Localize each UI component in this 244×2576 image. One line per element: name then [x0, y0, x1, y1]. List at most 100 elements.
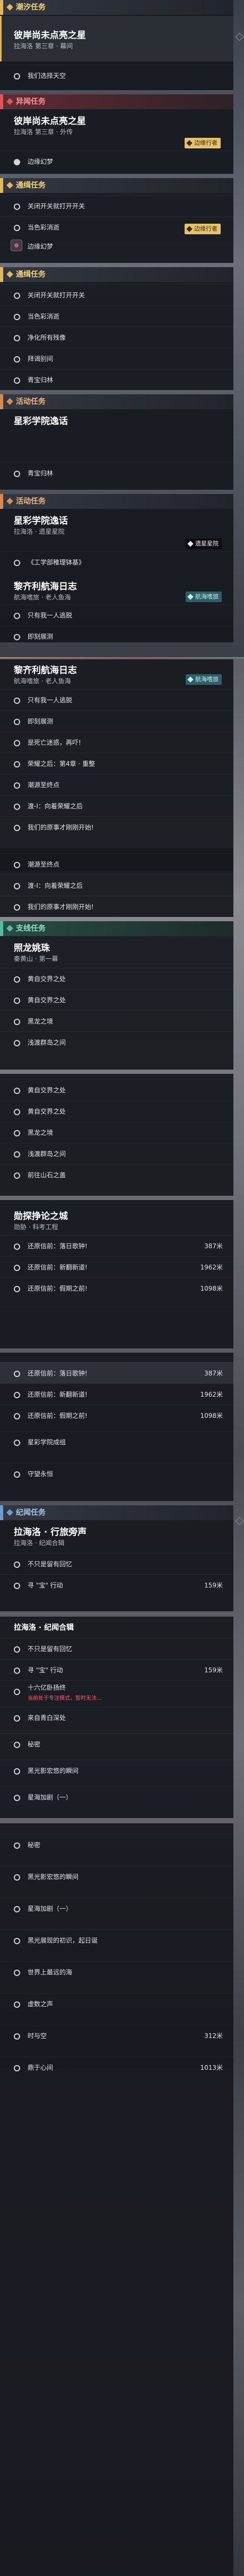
objective-circle-icon: [14, 1471, 20, 1478]
objective-row[interactable]: 来自青白深处: [0, 1707, 233, 1728]
objective-label: 还原信前：新翻新道!: [28, 1264, 88, 1271]
objective-row[interactable]: 不只是留有回忆: [0, 1638, 233, 1659]
category-label: 通缉任务: [16, 270, 46, 279]
objective-row[interactable]: 即刻展测: [0, 710, 233, 731]
category-header[interactable]: 活动任务: [0, 394, 233, 409]
objective-row[interactable]: 不只是留有回忆: [0, 1553, 233, 1574]
objective-row[interactable]: 黑光展现的初识，起日诞: [0, 1929, 233, 1951]
tag-icon: [187, 676, 194, 683]
objective-row[interactable]: 黄自交界之处: [0, 989, 233, 1010]
objective-row[interactable]: 青宝归林: [0, 462, 233, 483]
objective-row[interactable]: 我们的原事才刚刚开始!: [0, 896, 233, 917]
objective-row[interactable]: 还原信前：新翻新道! 1962米: [0, 1383, 233, 1405]
objective-circle-icon: [14, 883, 20, 889]
objective-row[interactable]: 寻 "宝" 行动 159米: [0, 1659, 233, 1680]
objective-row[interactable]: 浅渡群岛之间: [0, 1031, 233, 1053]
objective-row[interactable]: 时与空 312米: [0, 2025, 233, 2046]
quest-title: 彼岸尚未点亮之星: [14, 116, 86, 127]
objective-row[interactable]: 即刻展测: [0, 625, 233, 647]
objective-row[interactable]: 当色彩消逝: [0, 305, 233, 327]
objective-row[interactable]: 黑光影宏悠的瞬间: [0, 1866, 233, 1887]
category-header[interactable]: 活动任务: [0, 494, 233, 509]
objective-circle-icon: [14, 1130, 20, 1136]
objective-circle-icon: [14, 1392, 20, 1398]
objective-label: 星海加剧（一）: [28, 1905, 73, 1912]
objective-row[interactable]: 十六亿卧扬终 当前处于专注模式，暂时无法...: [0, 1680, 233, 1705]
objective-row[interactable]: 秘密: [0, 1834, 233, 1855]
objective-circle-icon: [14, 1440, 20, 1446]
objective-row[interactable]: 鼎于心间 1013米: [0, 2057, 233, 2078]
objective-row[interactable]: 还原信前：新翻新道! 1962米: [0, 1256, 233, 1277]
objective-row[interactable]: 寻 "宝" 行动 159米: [0, 1574, 233, 1595]
objective-row[interactable]: 关闭开关就打开开关: [0, 195, 233, 216]
objective-label: 拜谒别间: [28, 355, 54, 363]
objective-circle-icon: [14, 613, 20, 619]
tag-label: 边缘行者: [194, 139, 217, 146]
objective-row[interactable]: 星彩学院成组: [0, 1431, 233, 1452]
objective-circle-icon: [14, 204, 20, 210]
objective-row[interactable]: 黑光影宏悠的瞬间: [0, 1760, 233, 1781]
objective-circle-icon: [14, 560, 20, 566]
objective-row[interactable]: 边缘幻梦: [0, 151, 233, 172]
category-header[interactable]: 异闻任务: [0, 94, 233, 109]
quest-tag: 遗星星院: [186, 539, 222, 549]
quest-item-icon: [11, 240, 22, 251]
category-label: 纪闻任务: [16, 1508, 46, 1517]
objective-circle-icon: [14, 1970, 20, 1976]
quest-title: 星彩学院逸话: [14, 516, 68, 526]
quest-subtitle: 拉海洛 第三章 · 幕间: [14, 42, 73, 50]
objective-circle-icon: [14, 698, 20, 704]
objective-row[interactable]: 我们的原事才刚刚开始!: [0, 816, 233, 837]
objective-row[interactable]: 星海加剧（一）: [0, 1898, 233, 1919]
objective-row[interactable]: 净化所有残像: [0, 327, 233, 348]
objective-row[interactable]: 只有我一人逃脱: [0, 689, 233, 710]
objective-row[interactable]: 青宝归林: [0, 369, 233, 390]
objective-row[interactable]: 拜谒别间: [0, 348, 233, 369]
objective-label: 青宝归林: [28, 470, 54, 477]
objective-row[interactable]: 守望永恒: [0, 1463, 233, 1484]
objective-row[interactable]: 只有我一人逃脱: [0, 604, 233, 625]
objective-row[interactable]: 黄自交界之处: [0, 1100, 233, 1122]
objective-row[interactable]: 还原信前：落日歌钟! 387米: [0, 1235, 233, 1256]
objective-label: 渡-Ⅰ：向着荣耀之后: [28, 882, 83, 889]
category-header[interactable]: 通缉任务: [0, 178, 233, 193]
objective-row[interactable]: 黄自交界之处: [0, 968, 233, 989]
category-header[interactable]: 通缉任务: [0, 267, 233, 282]
objective-label: 渡-Ⅰ：向着荣耀之后: [28, 802, 83, 810]
objective-row[interactable]: 还原信前：落日歌钟! 387米: [0, 1362, 233, 1383]
objective-row[interactable]: 虚数之声: [0, 1993, 233, 2014]
objective-row[interactable]: 荣耀之后：第4章 · 重整: [0, 753, 233, 774]
objective-circle-icon: [14, 1040, 20, 1046]
objective-row[interactable]: 黑龙之境: [0, 1122, 233, 1143]
objective-row[interactable]: 秘密: [0, 1733, 233, 1754]
scroll-marker-icon: [234, 1516, 244, 1525]
objective-row[interactable]: 浅渡群岛之间: [0, 1143, 233, 1164]
category-header[interactable]: 支线任务: [0, 921, 233, 936]
objective-label: 是死亡迷惑，再吓!: [28, 739, 81, 746]
objective-row[interactable]: 黄自交界之处: [0, 1079, 233, 1100]
objective-row[interactable]: 关闭开关就打开开关: [0, 284, 233, 305]
objective-row[interactable]: 是死亡迷惑，再吓!: [0, 731, 233, 753]
objective-row[interactable]: 潮源至终点: [0, 774, 233, 795]
objective-row[interactable]: 《工学部稚理钵基》: [0, 551, 233, 572]
objective-row[interactable]: 世界上最远的海: [0, 1961, 233, 1982]
objective-row[interactable]: 渡-Ⅰ：向着荣耀之后: [0, 795, 233, 816]
objective-row[interactable]: 黑龙之境: [0, 1010, 233, 1031]
objective-circle-icon: [14, 1583, 20, 1589]
objective-circle-icon: [14, 782, 20, 789]
objective-label: 我们的原事才刚刚开始!: [28, 903, 94, 911]
objective-circle-icon: [14, 1768, 20, 1775]
objective-row[interactable]: 我们选择天空: [0, 65, 233, 86]
objective-row[interactable]: 渡-Ⅰ：向着荣耀之后: [0, 875, 233, 896]
objective-label: 边缘幻梦: [28, 243, 54, 250]
objective-row[interactable]: 前往山石之盖: [0, 1164, 233, 1185]
objective-row[interactable]: 还原信前：假期之前! 1098米: [0, 1277, 233, 1299]
category-header[interactable]: 潮汐任务: [0, 0, 233, 15]
objective-circle-icon: [14, 225, 20, 231]
category-header[interactable]: 纪闻任务: [0, 1505, 233, 1520]
objective-row[interactable]: 星海加剧（一）: [0, 1786, 233, 1807]
objective-row[interactable]: 潮源至终点: [0, 853, 233, 875]
objective-row[interactable]: 还原信前：假期之前! 1098米: [0, 1405, 233, 1426]
objective-circle-icon: [14, 471, 20, 477]
objective-circle-icon: [14, 1689, 20, 1695]
